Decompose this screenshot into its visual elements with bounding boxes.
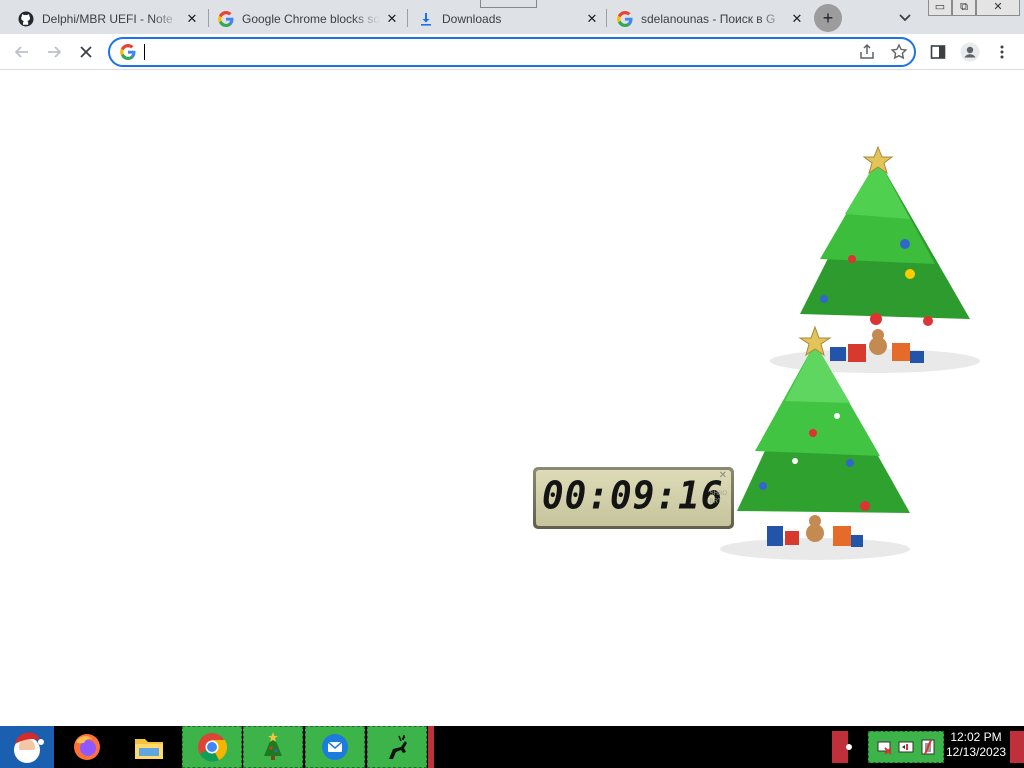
forward-button[interactable] [42, 40, 66, 64]
close-icon[interactable]: ✕ [719, 470, 727, 481]
tab-close-icon[interactable]: ✕ [184, 11, 200, 27]
back-button[interactable] [10, 40, 34, 64]
profile-avatar-icon [960, 42, 980, 62]
forward-arrow-icon [48, 46, 62, 58]
tab-title: Downloads [442, 12, 502, 26]
taskbar-app-thunderbird[interactable] [305, 726, 365, 768]
taskbar-app-reindeer[interactable] [367, 726, 427, 768]
firefox-icon[interactable] [68, 729, 106, 765]
stop-x-icon [80, 46, 92, 58]
clock-time: 00:09:16 [542, 474, 724, 519]
share-icon[interactable] [858, 43, 876, 66]
kebab-menu-icon [1000, 45, 1004, 59]
address-bar[interactable] [108, 37, 916, 67]
google-icon [617, 11, 633, 27]
address-input[interactable] [142, 42, 822, 62]
system-tray [868, 731, 944, 763]
google-icon [218, 11, 234, 27]
tab-close-icon[interactable]: ✕ [584, 11, 600, 27]
christmas-tree-decoration[interactable] [715, 321, 925, 566]
taskbar: 12:02 PM 12/13/2023 [0, 726, 1024, 768]
download-icon [418, 11, 434, 27]
start-button[interactable] [0, 726, 54, 768]
tab-strip: Delphi/MBR UEFI - Note ✕ Google Chrome b… [0, 0, 1024, 34]
battery-icon[interactable] [919, 738, 937, 756]
window-restore-button[interactable]: ⧉ [952, 0, 976, 16]
santa-icon [14, 732, 44, 763]
clock-side-label: SHRO BRT [709, 491, 727, 505]
tab-downloads[interactable]: Downloads ✕ [408, 4, 606, 34]
network-disconnected-icon[interactable] [875, 738, 893, 756]
plus-icon: + [822, 7, 834, 28]
browser-toolbar [0, 34, 1024, 70]
file-explorer-icon[interactable] [130, 729, 168, 765]
new-tab-button[interactable]: + [814, 4, 842, 32]
clock-face: 00:09:16 ✕ SHRO BRT [536, 470, 731, 526]
google-icon [120, 44, 136, 60]
reindeer-icon [389, 734, 407, 759]
countdown-clock-widget[interactable]: 00:09:16 ✕ SHRO BRT [533, 467, 734, 529]
clock-time: 12:02 PM [950, 730, 1002, 744]
stop-loading-button[interactable] [74, 40, 98, 64]
side-panel-icon [930, 45, 946, 59]
christmas-tree-icon [264, 732, 282, 760]
clock-date: 12/13/2023 [946, 745, 1007, 759]
tab-chrome-blocks[interactable]: Google Chrome blocks so ✕ [208, 4, 406, 34]
window-close-button[interactable]: ✕ [976, 0, 1020, 16]
tab-title: Delphi/MBR UEFI - Note [42, 12, 173, 26]
bookmark-star-icon[interactable] [890, 43, 908, 66]
taskbar-app-edge [428, 726, 434, 768]
back-arrow-icon [14, 46, 28, 58]
tab-delphi-mbr-uefi[interactable]: Delphi/MBR UEFI - Note ✕ [8, 4, 206, 34]
tab-search-chevron-icon[interactable] [896, 8, 914, 26]
text-caret [144, 44, 145, 60]
notification-dot-icon [846, 744, 852, 750]
tab-sdelanounas-search[interactable]: sdelanounas - Поиск в G ✕ [607, 4, 807, 34]
chrome-icon [198, 733, 227, 762]
thunderbird-icon [322, 734, 348, 760]
system-clock[interactable]: 12:02 PM 12/13/2023 [946, 730, 1006, 760]
tab-title: Google Chrome blocks so [242, 12, 380, 26]
side-panel-button[interactable] [926, 40, 950, 64]
tab-close-icon[interactable]: ✕ [789, 11, 805, 27]
show-desktop-button[interactable] [1010, 731, 1024, 763]
page-content: 00:09:16 ✕ SHRO BRT [0, 71, 1024, 726]
taskbar-app-chrome[interactable] [182, 726, 242, 768]
window-minimize-button[interactable]: ▭ [928, 0, 952, 16]
taskbar-app-christmas-tree[interactable] [243, 726, 303, 768]
menu-button[interactable] [990, 40, 1014, 64]
volume-icon[interactable] [897, 738, 915, 756]
profile-button[interactable] [958, 40, 982, 64]
github-icon [18, 11, 34, 27]
tab-close-icon[interactable]: ✕ [384, 11, 400, 27]
tab-title: sdelanounas - Поиск в G [641, 12, 776, 26]
